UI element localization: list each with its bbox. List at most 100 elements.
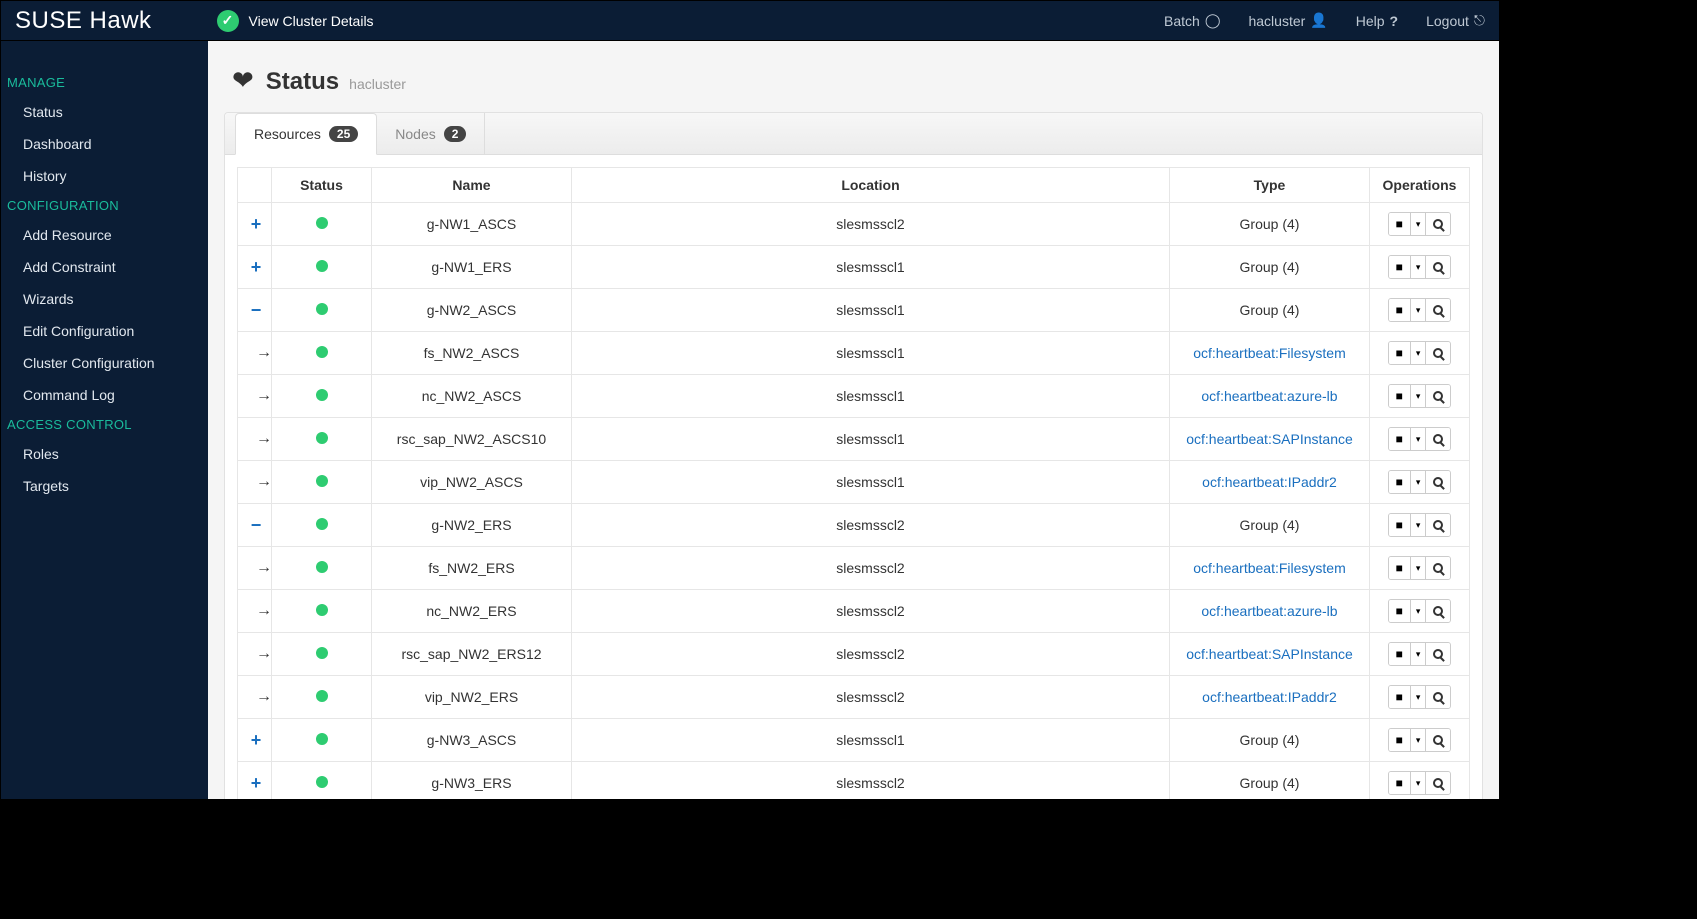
batch-link[interactable]: Batch ◯ bbox=[1164, 12, 1220, 29]
details-button[interactable] bbox=[1426, 256, 1450, 278]
sidebar-item-command-log[interactable]: Command Log bbox=[1, 379, 208, 411]
stop-button[interactable]: ■ bbox=[1389, 342, 1411, 364]
stop-button[interactable]: ■ bbox=[1389, 428, 1411, 450]
resource-type: ocf:heartbeat:azure-lb bbox=[1170, 375, 1370, 418]
operations-group: ■▾ bbox=[1388, 212, 1452, 236]
details-button[interactable] bbox=[1426, 213, 1450, 235]
operations-dropdown-button[interactable]: ▾ bbox=[1411, 600, 1427, 622]
operations-dropdown-button[interactable]: ▾ bbox=[1411, 299, 1427, 321]
details-button[interactable] bbox=[1426, 342, 1450, 364]
stop-button[interactable]: ■ bbox=[1389, 557, 1411, 579]
resource-location: slesmsscl1 bbox=[572, 332, 1170, 375]
resource-type: Group (4) bbox=[1170, 504, 1370, 547]
operations-group: ■▾ bbox=[1388, 685, 1452, 709]
operations-dropdown-button[interactable]: ▾ bbox=[1411, 514, 1427, 536]
logout-link[interactable]: Logout ⎋ bbox=[1426, 12, 1485, 29]
tab-resources[interactable]: Resources 25 bbox=[235, 113, 377, 155]
page-header: ❤ Status hacluster bbox=[232, 65, 1483, 96]
table-row: →rsc_sap_NW2_ERS12slesmsscl2ocf:heartbea… bbox=[238, 633, 1470, 676]
view-cluster-details-link[interactable]: ✓ View Cluster Details bbox=[217, 10, 374, 32]
expand-button[interactable]: + bbox=[248, 214, 264, 235]
sidebar-item-edit-configuration[interactable]: Edit Configuration bbox=[1, 315, 208, 347]
stop-button[interactable]: ■ bbox=[1389, 471, 1411, 493]
sidebar-item-add-resource[interactable]: Add Resource bbox=[1, 219, 208, 251]
sidebar-item-history[interactable]: History bbox=[1, 160, 208, 192]
details-button[interactable] bbox=[1426, 428, 1450, 450]
details-button[interactable] bbox=[1426, 772, 1450, 794]
operations-dropdown-button[interactable]: ▾ bbox=[1411, 428, 1427, 450]
operations-dropdown-button[interactable]: ▾ bbox=[1411, 213, 1427, 235]
col-type[interactable]: Type bbox=[1170, 168, 1370, 203]
collapse-button[interactable]: − bbox=[248, 515, 264, 536]
details-button[interactable] bbox=[1426, 514, 1450, 536]
sidebar-item-status[interactable]: Status bbox=[1, 96, 208, 128]
resource-type-link[interactable]: ocf:heartbeat:IPaddr2 bbox=[1202, 689, 1337, 705]
operations-dropdown-button[interactable]: ▾ bbox=[1411, 471, 1427, 493]
child-arrow-icon: → bbox=[256, 602, 272, 619]
expand-button[interactable]: + bbox=[248, 773, 264, 794]
search-icon bbox=[1433, 434, 1443, 444]
logout-icon: ⎋ bbox=[1474, 12, 1485, 29]
collapse-button[interactable]: − bbox=[248, 300, 264, 321]
resource-type-link[interactable]: ocf:heartbeat:SAPInstance bbox=[1186, 431, 1353, 447]
status-ok-icon bbox=[316, 346, 328, 358]
tab-nodes[interactable]: Nodes 2 bbox=[377, 113, 485, 154]
resource-type-link[interactable]: ocf:heartbeat:Filesystem bbox=[1193, 345, 1346, 361]
sidebar-item-add-constraint[interactable]: Add Constraint bbox=[1, 251, 208, 283]
details-button[interactable] bbox=[1426, 643, 1450, 665]
sidebar-item-dashboard[interactable]: Dashboard bbox=[1, 128, 208, 160]
sidebar-item-wizards[interactable]: Wizards bbox=[1, 283, 208, 315]
table-row: →vip_NW2_ASCSslesmsscl1ocf:heartbeat:IPa… bbox=[238, 461, 1470, 504]
resource-type-link[interactable]: ocf:heartbeat:IPaddr2 bbox=[1202, 474, 1337, 490]
resource-type: ocf:heartbeat:azure-lb bbox=[1170, 590, 1370, 633]
help-link[interactable]: Help ? bbox=[1356, 13, 1398, 29]
operations-dropdown-button[interactable]: ▾ bbox=[1411, 342, 1427, 364]
stop-button[interactable]: ■ bbox=[1389, 643, 1411, 665]
resource-type-link[interactable]: ocf:heartbeat:azure-lb bbox=[1201, 603, 1337, 619]
stop-button[interactable]: ■ bbox=[1389, 686, 1411, 708]
details-button[interactable] bbox=[1426, 600, 1450, 622]
stop-button[interactable]: ■ bbox=[1389, 213, 1411, 235]
resource-type-link[interactable]: ocf:heartbeat:azure-lb bbox=[1201, 388, 1337, 404]
search-icon bbox=[1433, 262, 1443, 272]
table-row: +g-NW3_ERSslesmsscl2Group (4)■▾ bbox=[238, 762, 1470, 800]
details-button[interactable] bbox=[1426, 471, 1450, 493]
stop-button[interactable]: ■ bbox=[1389, 772, 1411, 794]
resource-name: g-NW1_ASCS bbox=[372, 203, 572, 246]
stop-button[interactable]: ■ bbox=[1389, 729, 1411, 751]
resource-type-link[interactable]: ocf:heartbeat:SAPInstance bbox=[1186, 646, 1353, 662]
operations-dropdown-button[interactable]: ▾ bbox=[1411, 385, 1427, 407]
resource-location: slesmsscl1 bbox=[572, 418, 1170, 461]
tabs: Resources 25 Nodes 2 bbox=[225, 113, 1482, 155]
expand-button[interactable]: + bbox=[248, 257, 264, 278]
col-operations[interactable]: Operations bbox=[1370, 168, 1470, 203]
details-button[interactable] bbox=[1426, 686, 1450, 708]
operations-dropdown-button[interactable]: ▾ bbox=[1411, 772, 1427, 794]
user-link[interactable]: hacluster 👤 bbox=[1248, 12, 1327, 29]
expand-button[interactable]: + bbox=[248, 730, 264, 751]
details-button[interactable] bbox=[1426, 299, 1450, 321]
operations-dropdown-button[interactable]: ▾ bbox=[1411, 686, 1427, 708]
search-icon bbox=[1433, 778, 1443, 788]
stop-button[interactable]: ■ bbox=[1389, 514, 1411, 536]
operations-dropdown-button[interactable]: ▾ bbox=[1411, 557, 1427, 579]
sidebar-item-targets[interactable]: Targets bbox=[1, 470, 208, 502]
stop-button[interactable]: ■ bbox=[1389, 256, 1411, 278]
details-button[interactable] bbox=[1426, 729, 1450, 751]
operations-dropdown-button[interactable]: ▾ bbox=[1411, 643, 1427, 665]
stop-button[interactable]: ■ bbox=[1389, 385, 1411, 407]
operations-dropdown-button[interactable]: ▾ bbox=[1411, 256, 1427, 278]
sidebar-item-cluster-configuration[interactable]: Cluster Configuration bbox=[1, 347, 208, 379]
resource-type-link[interactable]: ocf:heartbeat:Filesystem bbox=[1193, 560, 1346, 576]
col-status[interactable]: Status bbox=[272, 168, 372, 203]
col-name[interactable]: Name bbox=[372, 168, 572, 203]
details-button[interactable] bbox=[1426, 557, 1450, 579]
col-location[interactable]: Location bbox=[572, 168, 1170, 203]
heartbeat-icon: ❤ bbox=[232, 65, 254, 96]
operations-dropdown-button[interactable]: ▾ bbox=[1411, 729, 1427, 751]
details-button[interactable] bbox=[1426, 385, 1450, 407]
stop-button[interactable]: ■ bbox=[1389, 299, 1411, 321]
resource-name: rsc_sap_NW2_ASCS10 bbox=[372, 418, 572, 461]
stop-button[interactable]: ■ bbox=[1389, 600, 1411, 622]
sidebar-item-roles[interactable]: Roles bbox=[1, 438, 208, 470]
